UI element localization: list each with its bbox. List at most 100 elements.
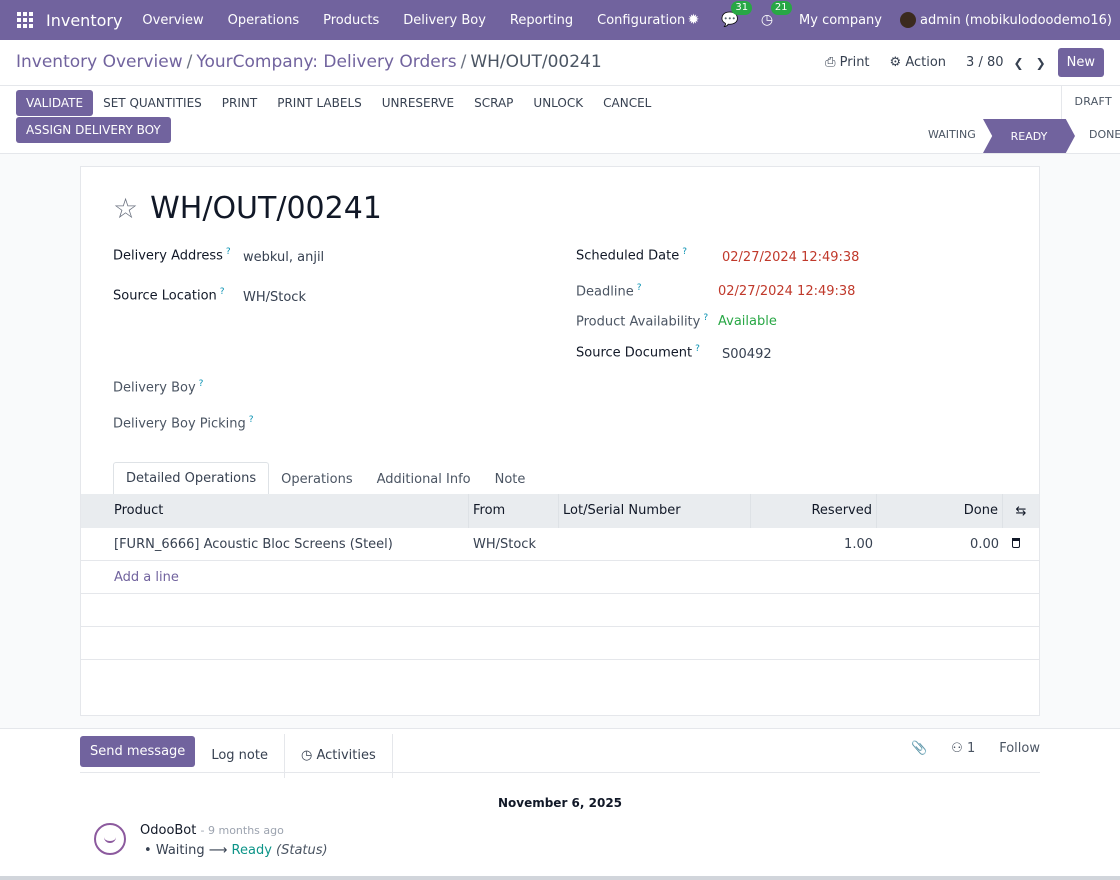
action-button[interactable]: ⚙ Action: [890, 55, 947, 70]
column-done[interactable]: Done: [877, 494, 1003, 528]
gear-icon: ⚙: [889, 55, 902, 70]
message-time: - 9 months ago: [200, 824, 284, 837]
deadline-label: Deadline?: [576, 283, 642, 300]
user-avatar[interactable]: [900, 12, 916, 28]
print-button[interactable]: ⎙ Print: [825, 55, 869, 70]
activities-clock-icon[interactable]: ◷ 21: [761, 1, 792, 28]
optional-columns-icon[interactable]: ⇆: [1003, 504, 1039, 519]
source-location-label: Source Location?: [113, 287, 225, 304]
stage-done[interactable]: DONE: [1089, 128, 1120, 141]
source-document-value[interactable]: S00492: [722, 347, 772, 362]
followers-button[interactable]: ⚇ 1: [951, 741, 975, 756]
horizontal-scrollbar[interactable]: [0, 876, 1120, 880]
deadline-value[interactable]: 02/27/2024 12:49:38: [718, 284, 855, 299]
tab-additional-info[interactable]: Additional Info: [365, 464, 483, 495]
action-buttons: VALIDATE SET QUANTITIES PRINT PRINT LABE…: [16, 90, 661, 116]
top-navbar: Inventory Overview Operations Products D…: [0, 0, 1120, 40]
app-brand[interactable]: Inventory: [46, 11, 122, 30]
delivery-address-label: Delivery Address?: [113, 247, 231, 264]
add-line-link[interactable]: Add a line: [81, 570, 183, 585]
odoobot-avatar[interactable]: [94, 823, 126, 855]
add-line-row: Add a line: [81, 561, 1039, 594]
scheduled-date-label: Scheduled Date?: [576, 247, 687, 264]
company-switcher[interactable]: My company: [799, 13, 882, 28]
chatter: Send message Log note ◷ Activities 📎 ⚇ 1…: [0, 728, 1120, 880]
row-product: [FURN_6666] Acoustic Bloc Screens (Steel…: [114, 536, 393, 552]
delivery-address-value[interactable]: webkul, anjil: [243, 250, 324, 265]
table-header: Product From Lot/Serial Number Reserved …: [81, 494, 1039, 528]
navbar-right: ✹ 💬 31 ◷ 21 My company admin (mobikulodood…: [688, 0, 1120, 40]
trash-icon[interactable]: [1003, 537, 1029, 552]
menu-reporting[interactable]: Reporting: [510, 13, 573, 28]
validate-button[interactable]: VALIDATE: [16, 90, 94, 116]
title-row: ☆ WH/OUT/00241: [113, 191, 382, 226]
menu-configuration[interactable]: Configuration: [597, 13, 685, 28]
row-from: WH/Stock: [473, 536, 536, 552]
product-availability-value: Available: [718, 314, 777, 329]
menu-delivery-boy[interactable]: Delivery Boy: [403, 13, 486, 28]
notebook-tabs: Detailed Operations Operations Additiona…: [113, 461, 537, 495]
print-report-button[interactable]: PRINT: [212, 90, 267, 116]
scrap-button[interactable]: SCRAP: [464, 90, 523, 116]
send-message-button[interactable]: Send message: [80, 735, 196, 767]
product-availability-label: Product Availability?: [576, 313, 709, 330]
assign-delivery-boy-button[interactable]: ASSIGN DELIVERY BOY: [16, 117, 171, 143]
activities-badge: 21: [770, 1, 792, 15]
messages-badge: 31: [731, 1, 753, 15]
breadcrumb-current: WH/OUT/00241: [470, 52, 602, 72]
column-from[interactable]: From: [469, 494, 559, 528]
cancel-button[interactable]: CANCEL: [593, 90, 661, 116]
menu-operations[interactable]: Operations: [228, 13, 299, 28]
tab-operations[interactable]: Operations: [269, 464, 364, 495]
star-icon[interactable]: ☆: [113, 194, 138, 223]
row-done: 0.00: [970, 536, 999, 552]
user-menu[interactable]: admin (mobikulodoodemo16): [920, 13, 1112, 28]
arrow-right-icon: ⟶: [208, 843, 228, 858]
secondary-buttons: ASSIGN DELIVERY BOY: [16, 117, 171, 143]
stage-pipeline: DRAFT WAITING READY DONE: [920, 86, 1120, 154]
new-status: Ready: [231, 843, 272, 858]
source-location-value[interactable]: WH/Stock: [243, 290, 306, 305]
messages-icon[interactable]: 💬 31: [721, 1, 753, 28]
unreserve-button[interactable]: UNRESERVE: [372, 90, 464, 116]
record-title: WH/OUT/00241: [150, 191, 382, 226]
control-panel: Inventory Overview / YourCompany: Delivery…: [0, 40, 1120, 86]
stage-draft[interactable]: DRAFT: [1074, 95, 1112, 108]
message-author: OdooBot - 9 months ago: [140, 823, 284, 838]
row-reserved: 1.00: [844, 536, 873, 552]
tab-detailed-operations[interactable]: Detailed Operations: [113, 462, 270, 495]
status-bar: VALIDATE SET QUANTITIES PRINT PRINT LABE…: [0, 86, 1120, 154]
apps-menu-icon[interactable]: [17, 12, 33, 28]
control-panel-actions: ⎙ Print ⚙ Action 3 / 80 ❮ ❯ New: [825, 48, 1104, 77]
pager-value[interactable]: 3 / 80: [966, 55, 1003, 70]
menu-overview[interactable]: Overview: [142, 13, 203, 28]
follow-button[interactable]: Follow: [999, 741, 1040, 756]
breadcrumb-inventory-overview[interactable]: Inventory Overview: [16, 52, 183, 72]
menu-products[interactable]: Products: [323, 13, 379, 28]
source-document-label: Source Document?: [576, 344, 700, 361]
paperclip-icon[interactable]: 📎: [911, 741, 927, 756]
column-product[interactable]: Product: [81, 494, 469, 528]
tab-note[interactable]: Note: [483, 464, 538, 495]
breadcrumb-delivery-orders[interactable]: YourCompany: Delivery Orders: [196, 52, 456, 72]
breadcrumb: Inventory Overview / YourCompany: Delivery…: [16, 52, 602, 72]
set-quantities-button[interactable]: SET QUANTITIES: [93, 90, 212, 116]
form-sheet: ☆ WH/OUT/00241 Delivery Address? webkul,…: [80, 166, 1040, 716]
column-reserved[interactable]: Reserved: [751, 494, 877, 528]
pager-next-icon[interactable]: ❯: [1036, 56, 1046, 70]
scheduled-date-value[interactable]: 02/27/2024 12:49:38: [722, 250, 859, 265]
table-row[interactable]: [FURN_6666] Acoustic Bloc Screens (Steel…: [81, 528, 1039, 561]
move-lines-table: Product From Lot/Serial Number Reserved …: [81, 494, 1039, 660]
stage-waiting[interactable]: WAITING: [928, 128, 976, 141]
user-icon: ⚇: [951, 741, 963, 756]
clock-icon: ◷: [300, 748, 313, 763]
bug-icon[interactable]: ✹: [688, 12, 700, 28]
pager-previous-icon[interactable]: ❮: [1014, 56, 1024, 70]
date-separator: November 6, 2025: [497, 796, 623, 810]
new-button[interactable]: New: [1057, 48, 1104, 77]
column-lot-serial[interactable]: Lot/Serial Number: [559, 494, 751, 528]
print-labels-button[interactable]: PRINT LABELS: [267, 90, 372, 116]
unlock-button[interactable]: UNLOCK: [523, 90, 593, 116]
stage-ready[interactable]: READY: [983, 119, 1075, 153]
delivery-boy-label: Delivery Boy?: [113, 379, 204, 396]
